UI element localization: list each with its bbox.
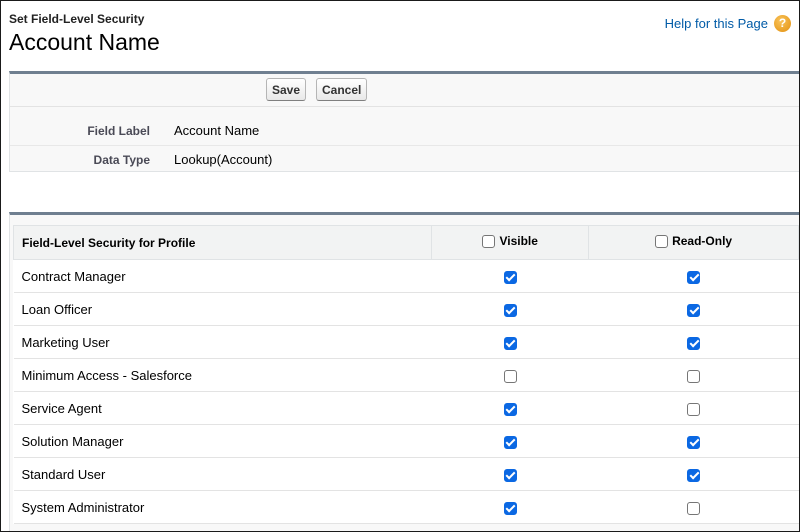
visible-checkbox[interactable]: [503, 270, 517, 284]
table-row: Marketing User: [13, 325, 799, 359]
read-only-checkbox[interactable]: [687, 369, 701, 383]
save-button[interactable]: Save: [266, 78, 307, 101]
visible-all-checkbox[interactable]: [482, 234, 496, 248]
visible-checkbox[interactable]: [503, 369, 517, 383]
read-only-checkbox[interactable]: [687, 270, 701, 284]
read-only-column-header: Read-Only: [588, 225, 799, 260]
read-only-checkbox[interactable]: [687, 435, 701, 449]
visible-checkbox[interactable]: [503, 402, 517, 416]
page-title: Account Name: [9, 29, 160, 55]
visible-checkbox[interactable]: [503, 501, 517, 515]
visible-column-header: Visible: [431, 225, 590, 260]
page-frame: Set Field-Level Security Account Name He…: [0, 0, 800, 532]
profile-name: Contract Manager: [13, 259, 432, 293]
profile-name: Solution Manager: [13, 424, 432, 458]
read-only-checkbox[interactable]: [687, 336, 701, 350]
table-row: Solution Manager: [13, 424, 799, 458]
table-row: Minimum Access - Salesforce: [13, 358, 799, 392]
visible-checkbox[interactable]: [503, 303, 517, 317]
table-row: Contract Manager: [13, 259, 799, 293]
help-link[interactable]: Help for this Page: [665, 16, 768, 31]
table-header-row: Field-Level Security for Profile Visible…: [12, 225, 799, 260]
table-row: Loan Officer: [13, 292, 799, 326]
table-row: Service Agent: [13, 391, 799, 425]
visible-checkbox[interactable]: [503, 468, 517, 482]
cancel-button[interactable]: Cancel: [316, 78, 368, 101]
visible-header-label: Visible: [499, 234, 538, 249]
read-only-checkbox[interactable]: [687, 402, 701, 416]
button-row: Save Cancel: [10, 74, 799, 107]
security-table: Field-Level Security for Profile Visible…: [12, 225, 799, 524]
read-only-all-checkbox[interactable]: [655, 234, 669, 248]
profile-name: Standard User: [13, 457, 432, 491]
table-row: System Administrator: [13, 490, 799, 524]
profile-name: System Administrator: [13, 490, 432, 524]
field-info-panel: Save Cancel Field Label Account Name Dat…: [9, 71, 799, 174]
read-only-checkbox[interactable]: [687, 501, 701, 515]
read-only-checkbox[interactable]: [687, 303, 701, 317]
read-only-checkbox[interactable]: [687, 468, 701, 482]
field-label-value: Account Name: [174, 123, 260, 138]
question-icon[interactable]: ?: [774, 15, 791, 32]
field-row-label: Field Label Account Name: [10, 117, 799, 146]
profile-name: Loan Officer: [13, 292, 432, 326]
read-only-header-label: Read-Only: [672, 234, 733, 249]
table-row: Standard User: [13, 457, 799, 491]
visible-checkbox[interactable]: [503, 336, 517, 350]
profile-name: Marketing User: [13, 325, 432, 359]
help-link-group[interactable]: Help for this Page ?: [665, 15, 791, 32]
data-type-label: Data Type: [93, 153, 150, 167]
profile-name: Service Agent: [13, 391, 432, 425]
visible-checkbox[interactable]: [503, 435, 517, 449]
field-label-label: Field Label: [87, 124, 150, 138]
data-type-value: Lookup(Account): [174, 152, 273, 167]
profile-column-header: Field-Level Security for Profile: [12, 225, 433, 260]
field-row-type: Data Type Lookup(Account): [10, 146, 799, 174]
profile-name: Minimum Access - Salesforce: [13, 358, 432, 392]
security-panel: Field-Level Security for Profile Visible…: [9, 212, 799, 531]
page-subtitle: Set Field-Level Security: [9, 12, 145, 26]
